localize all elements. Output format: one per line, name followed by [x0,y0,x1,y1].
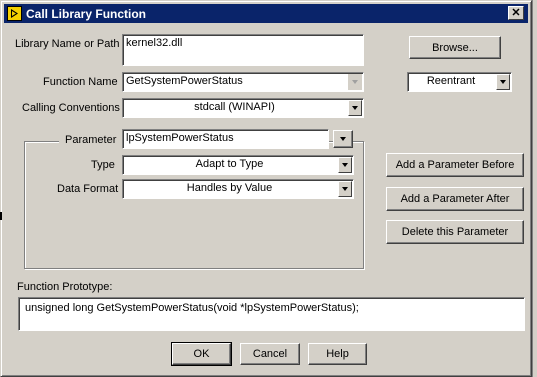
data-format-value: Handles by Value [186,182,273,194]
window-title: Call Library Function [26,7,147,21]
type-label: Type [91,159,115,171]
dropdown-arrow-icon [340,137,346,141]
background-window-mark [0,212,2,220]
ok-button[interactable]: OK [171,342,232,366]
close-button[interactable]: ✕ [508,6,524,20]
dropdown-arrow-icon [352,106,358,110]
dropdown-arrow-icon [500,80,506,84]
title-bar[interactable]: Call Library Function ✕ [4,4,528,23]
function-name-label: Function Name [43,76,118,88]
cancel-button[interactable]: Cancel [240,343,300,365]
add-parameter-before-button[interactable]: Add a Parameter Before [386,153,524,177]
calling-conventions-select[interactable]: stdcall (WINAPI) [122,98,364,118]
function-name-dropdown-button [348,74,362,90]
type-value: Adapt to Type [195,158,264,170]
function-prototype-label: Function Prototype: [17,281,113,293]
browse-button[interactable]: Browse... [409,36,501,59]
close-icon: ✕ [511,6,521,19]
library-path-label: Library Name or Path [15,38,120,50]
parameter-list-button[interactable] [333,130,353,148]
function-name-value: GetSystemPowerStatus [126,75,243,87]
data-format-select[interactable]: Handles by Value [122,179,354,199]
dropdown-arrow-icon [342,163,348,167]
type-select[interactable]: Adapt to Type [122,155,354,175]
calling-conventions-label: Calling Conventions [22,102,120,114]
data-format-label: Data Format [57,183,119,195]
function-name-combobox[interactable]: GetSystemPowerStatus [122,72,364,92]
parameter-name-input[interactable]: lpSystemPowerStatus [122,129,329,149]
calling-conventions-value: stdcall (WINAPI) [194,101,275,113]
background-window-border [532,0,533,377]
app-icon [7,6,22,21]
dropdown-arrow-icon [352,80,358,84]
type-dropdown-button[interactable] [338,157,352,173]
threading-select[interactable]: Reentrant [407,72,512,92]
add-parameter-after-button[interactable]: Add a Parameter After [386,187,524,211]
parameter-label: Parameter [65,134,117,146]
help-button[interactable]: Help [308,343,367,365]
data-format-dropdown-button[interactable] [338,181,352,197]
delete-parameter-button[interactable]: Delete this Parameter [386,220,524,244]
calling-conventions-dropdown-button[interactable] [348,100,362,116]
threading-dropdown-button[interactable] [496,74,510,90]
function-prototype-display: unsigned long GetSystemPowerStatus(void … [18,297,525,331]
call-library-function-dialog: Call Library Function ✕ Library Name or … [0,0,532,377]
threading-value: Reentrant [426,75,476,87]
library-path-input[interactable]: kernel32.dll [122,34,364,66]
dropdown-arrow-icon [342,187,348,191]
